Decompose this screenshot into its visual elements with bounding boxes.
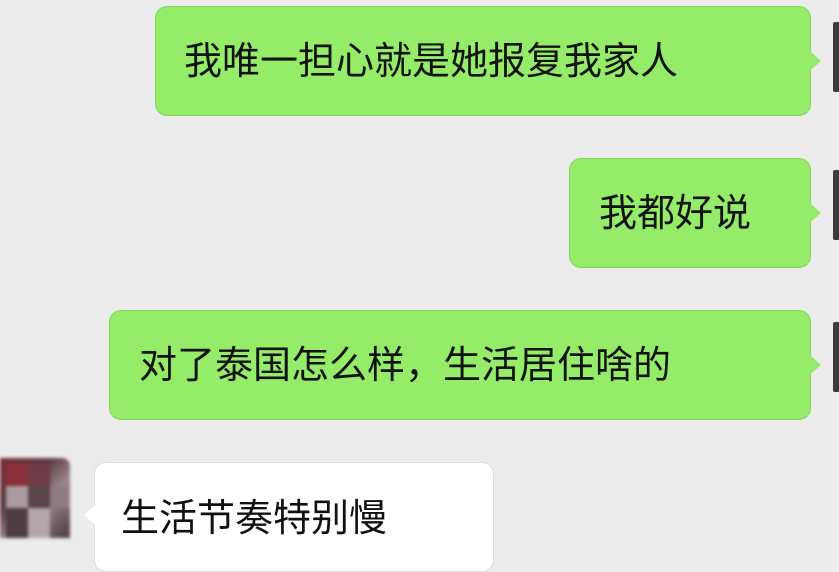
message-text: 我都好说 — [599, 191, 752, 235]
own-avatar-icon[interactable] — [833, 322, 839, 392]
bubble-tail — [810, 51, 821, 71]
message-bubble-incoming[interactable]: 生活节奏特别慢 — [94, 462, 494, 572]
bubble-tail — [810, 355, 821, 375]
bubble-tail — [84, 505, 95, 525]
message-text: 对了泰国怎么样，生活居住啥的 — [139, 343, 672, 387]
blurred-avatar-icon[interactable] — [0, 458, 70, 538]
message-text: 生活节奏特别慢 — [121, 496, 388, 540]
own-avatar-icon[interactable] — [833, 22, 839, 92]
message-bubble-outgoing[interactable]: 我唯一担心就是她报复我家人 — [155, 6, 811, 116]
own-avatar-icon[interactable] — [833, 170, 839, 240]
message-text: 我唯一担心就是她报复我家人 — [184, 39, 679, 83]
message-bubble-outgoing[interactable]: 我都好说 — [569, 158, 811, 268]
bubble-tail — [810, 203, 821, 223]
message-bubble-outgoing[interactable]: 对了泰国怎么样，生活居住啥的 — [109, 310, 811, 420]
